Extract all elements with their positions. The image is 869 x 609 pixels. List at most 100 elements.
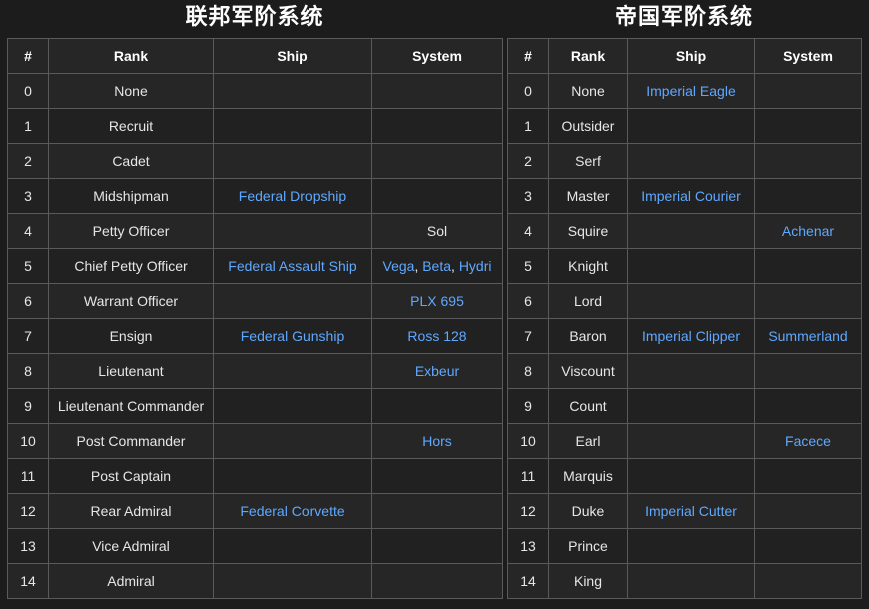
imperial-rank-title: 帝国军阶系统 [614, 5, 753, 30]
ship-link[interactable]: Federal Gunship [241, 328, 345, 344]
system-link[interactable]: Hydri [459, 258, 492, 274]
ship-cell [213, 213, 372, 249]
ship-link[interactable]: Federal Assault Ship [228, 258, 356, 274]
ship-cell: Imperial Clipper [627, 318, 755, 354]
rank-number-cell: 5 [507, 248, 549, 284]
system-cell: Sol [371, 213, 503, 249]
table-row: 11 Marquis [507, 458, 862, 494]
system-cell [371, 73, 503, 109]
system-link[interactable]: Vega [383, 258, 415, 274]
ship-cell [627, 388, 755, 424]
table-row: 4 Squire Achenar [507, 213, 862, 249]
rank-number-cell: 10 [7, 423, 49, 459]
system-link[interactable]: Exbeur [415, 363, 459, 379]
system-cell [754, 283, 862, 319]
system-cell [754, 353, 862, 389]
ship-cell [627, 458, 755, 494]
ship-cell [627, 528, 755, 564]
ship-cell [213, 353, 372, 389]
rank-name-cell: Chief Petty Officer [48, 248, 214, 284]
system-cell [754, 108, 862, 144]
rank-number-cell: 10 [507, 423, 549, 459]
ship-link[interactable]: Federal Dropship [239, 188, 346, 204]
table-row: 7 Ensign Federal Gunship Ross 128 [7, 318, 503, 354]
rank-name-cell: Lord [548, 283, 628, 319]
ship-cell [627, 353, 755, 389]
system-link[interactable]: PLX 695 [410, 293, 464, 309]
rank-number-cell: 9 [507, 388, 549, 424]
rank-number-cell: 8 [507, 353, 549, 389]
system-cell: PLX 695 [371, 283, 503, 319]
ship-cell [627, 423, 755, 459]
system-cell [754, 143, 862, 179]
ship-cell [213, 528, 372, 564]
rank-name-cell: Post Commander [48, 423, 214, 459]
system-cell [754, 248, 862, 284]
system-cell [371, 493, 503, 529]
system-link[interactable]: Achenar [782, 223, 834, 239]
system-cell [371, 528, 503, 564]
rank-name-cell: Duke [548, 493, 628, 529]
system-link[interactable]: Summerland [768, 328, 847, 344]
ship-cell: Federal Assault Ship [213, 248, 372, 284]
system-link[interactable]: Facece [785, 433, 831, 449]
rank-number-cell: 9 [7, 388, 49, 424]
rank-name-cell: Lieutenant [48, 353, 214, 389]
table-row: 9 Count [507, 388, 862, 424]
system-link[interactable]: Beta [422, 258, 451, 274]
table-row: 5 Knight [507, 248, 862, 284]
rank-name-cell: Knight [548, 248, 628, 284]
system-cell [371, 563, 503, 599]
system-cell: Achenar [754, 213, 862, 249]
ship-link[interactable]: Federal Corvette [240, 503, 344, 519]
column-header-rank: Rank [48, 38, 214, 74]
system-link[interactable]: Hors [422, 433, 452, 449]
system-cell: Vega, Beta, Hydri [371, 248, 503, 284]
system-cell [371, 108, 503, 144]
rank-number-cell: 6 [507, 283, 549, 319]
ship-cell [627, 108, 755, 144]
system-cell: Summerland [754, 318, 862, 354]
table-row: 13 Vice Admiral [7, 528, 503, 564]
ship-link[interactable]: Imperial Eagle [646, 83, 736, 99]
system-cell: Hors [371, 423, 503, 459]
ship-link[interactable]: Imperial Cutter [645, 503, 737, 519]
ship-link[interactable]: Imperial Courier [641, 188, 741, 204]
system-cell [754, 458, 862, 494]
table-row: 0 None Imperial Eagle [507, 73, 862, 109]
rank-number-cell: 0 [507, 73, 549, 109]
column-header-ship: Ship [627, 38, 755, 74]
table-row: 12 Duke Imperial Cutter [507, 493, 862, 529]
system-separator: , [414, 258, 419, 274]
ship-cell: Imperial Courier [627, 178, 755, 214]
rank-name-cell: King [548, 563, 628, 599]
ship-cell: Federal Dropship [213, 178, 372, 214]
federal-rank-table: # Rank Ship System 0 None 1 Recruit 2 Cadet 3 M… [7, 38, 503, 599]
table-row: 10 Post Commander Hors [7, 423, 503, 459]
rank-name-cell: Earl [548, 423, 628, 459]
system-text: Sol [426, 223, 448, 239]
federal-rank-title: 联邦军阶系统 [185, 5, 324, 30]
ship-link[interactable]: Imperial Clipper [642, 328, 740, 344]
rank-name-cell: Master [548, 178, 628, 214]
rank-name-cell: Ensign [48, 318, 214, 354]
rank-name-cell: None [548, 73, 628, 109]
ship-cell [627, 283, 755, 319]
system-link[interactable]: Ross 128 [407, 328, 466, 344]
rank-number-cell: 11 [507, 458, 549, 494]
rank-name-cell: Count [548, 388, 628, 424]
rank-number-cell: 0 [7, 73, 49, 109]
ship-cell [213, 423, 372, 459]
table-row: 13 Prince [507, 528, 862, 564]
rank-name-cell: Midshipman [48, 178, 214, 214]
ship-cell [213, 458, 372, 494]
column-header-number: # [7, 38, 49, 74]
table-row: 14 Admiral [7, 563, 503, 599]
rank-name-cell: Warrant Officer [48, 283, 214, 319]
rank-name-cell: Admiral [48, 563, 214, 599]
column-header-ship: Ship [213, 38, 372, 74]
ship-cell: Federal Corvette [213, 493, 372, 529]
column-header-rank: Rank [548, 38, 628, 74]
rank-name-cell: Outsider [548, 108, 628, 144]
system-cell [371, 458, 503, 494]
